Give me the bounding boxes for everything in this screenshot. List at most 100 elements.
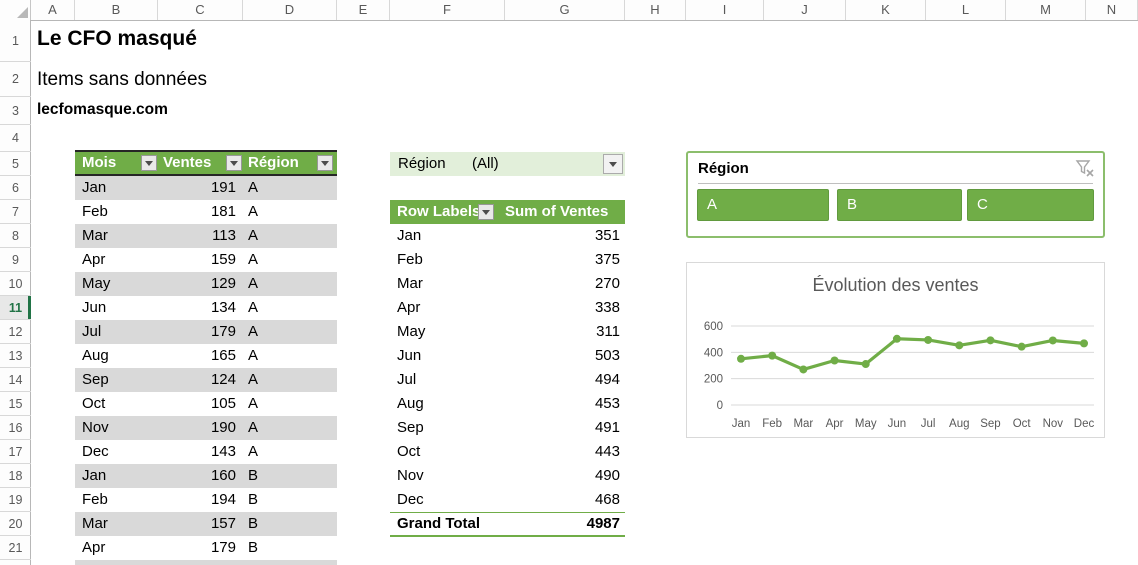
cell-region[interactable]: A [245, 200, 337, 224]
clear-filter-icon[interactable] [1075, 159, 1095, 179]
cell-region[interactable]: A [245, 248, 337, 272]
cell-ventes[interactable]: 179 [160, 536, 245, 560]
pivot-filter-dropdown[interactable] [603, 154, 623, 174]
row-header-16[interactable]: 16 [0, 416, 31, 440]
column-header-G[interactable]: G [505, 0, 625, 20]
slicer-item-c[interactable]: C [967, 189, 1094, 221]
sheet-website[interactable]: lecfomasque.com [37, 101, 168, 119]
pivot-row-label[interactable]: Jun [390, 344, 502, 368]
row-header-5[interactable]: 5 [0, 152, 31, 176]
column-header-E[interactable]: E [337, 0, 390, 20]
cell-mois[interactable]: Apr [75, 248, 160, 272]
cell-mois[interactable]: Jul [75, 320, 160, 344]
cell-mois[interactable]: Feb [75, 488, 160, 512]
pivot-row-label[interactable]: May [390, 320, 502, 344]
row-header-21[interactable]: 21 [0, 536, 31, 560]
cell-mois[interactable]: Apr [75, 536, 160, 560]
row-header-8[interactable]: 8 [0, 224, 31, 248]
pivot-row-label[interactable]: Dec [390, 488, 502, 512]
pivot-row-labels-header[interactable]: Row Labels [397, 200, 480, 224]
pivot-row-label[interactable]: Nov [390, 464, 502, 488]
cell-region[interactable]: B [245, 536, 337, 560]
pivot-values-header[interactable]: Sum of Ventes [505, 200, 608, 224]
cell-ventes[interactable]: 143 [160, 440, 245, 464]
cell-mois[interactable]: Jan [75, 176, 160, 200]
cell-region[interactable]: B [245, 464, 337, 488]
row-header-6[interactable]: 6 [0, 176, 31, 200]
cell-region[interactable]: A [245, 176, 337, 200]
pivot-row-value[interactable]: 375 [502, 248, 625, 272]
cell-mois[interactable]: Mar [75, 512, 160, 536]
cell-ventes[interactable]: 165 [160, 344, 245, 368]
pivot-row-label[interactable]: Jan [390, 224, 502, 248]
region-filter-dropdown[interactable] [317, 155, 333, 171]
cell-ventes[interactable]: 134 [160, 296, 245, 320]
cell-ventes[interactable]: 105 [160, 392, 245, 416]
column-header-N[interactable]: N [1086, 0, 1138, 20]
pivot-row-value[interactable]: 503 [502, 344, 625, 368]
pivot-row-label[interactable]: Aug [390, 392, 502, 416]
cell-mois[interactable]: Nov [75, 416, 160, 440]
cell-mois[interactable]: Oct [75, 392, 160, 416]
row-header-1[interactable]: 1 [0, 20, 31, 62]
pivot-row-value[interactable]: 351 [502, 224, 625, 248]
row-header-9[interactable]: 9 [0, 248, 31, 272]
pivot-row-label[interactable]: Sep [390, 416, 502, 440]
row-header-17[interactable]: 17 [0, 440, 31, 464]
sheet-title[interactable]: Le CFO masqué [37, 27, 197, 51]
cell-mois[interactable]: Aug [75, 344, 160, 368]
cell-ventes[interactable]: 194 [160, 488, 245, 512]
row-header-3[interactable]: 3 [0, 97, 31, 125]
cell-ventes[interactable]: 129 [160, 272, 245, 296]
row-header-2[interactable]: 2 [0, 62, 31, 97]
column-header-I[interactable]: I [686, 0, 764, 20]
row-labels-dropdown[interactable] [478, 204, 494, 220]
pivot-filter-value[interactable]: (All) [472, 152, 499, 176]
slicer-item-b[interactable]: B [837, 189, 962, 221]
pivot-row-label[interactable]: Jul [390, 368, 502, 392]
row-header-13[interactable]: 13 [0, 344, 31, 368]
cell-mois[interactable]: Jun [75, 296, 160, 320]
pivot-row-label[interactable]: Oct [390, 440, 502, 464]
cell-ventes[interactable]: 190 [160, 416, 245, 440]
cell-ventes[interactable]: 113 [160, 224, 245, 248]
cell-ventes[interactable]: 179 [160, 320, 245, 344]
pivot-row-value[interactable]: 311 [502, 320, 625, 344]
pivot-row-label[interactable]: Feb [390, 248, 502, 272]
pivot-row-value[interactable]: 490 [502, 464, 625, 488]
row-header-15[interactable]: 15 [0, 392, 31, 416]
column-header-F[interactable]: F [390, 0, 505, 20]
grand-total-label[interactable]: Grand Total [390, 513, 502, 535]
row-header-14[interactable]: 14 [0, 368, 31, 392]
data-table-partial-row[interactable] [75, 560, 337, 565]
cell-region[interactable]: A [245, 344, 337, 368]
pivot-row-value[interactable]: 443 [502, 440, 625, 464]
select-all-corner[interactable] [0, 0, 31, 20]
pivot-row-value[interactable]: 453 [502, 392, 625, 416]
cell-region[interactable]: A [245, 224, 337, 248]
cell-mois[interactable]: Sep [75, 368, 160, 392]
column-header-L[interactable]: L [926, 0, 1006, 20]
row-header-4[interactable]: 4 [0, 125, 31, 152]
cell-region[interactable]: A [245, 272, 337, 296]
pivot-filter-field[interactable]: Région [398, 152, 446, 176]
cell-ventes[interactable]: 191 [160, 176, 245, 200]
row-header-11[interactable]: 11 [0, 296, 31, 320]
row-header-20[interactable]: 20 [0, 512, 31, 536]
cell-ventes[interactable]: 160 [160, 464, 245, 488]
pivot-row-label[interactable]: Apr [390, 296, 502, 320]
row-header-7[interactable]: 7 [0, 200, 31, 224]
slicer-item-a[interactable]: A [697, 189, 829, 221]
pivot-row-value[interactable]: 338 [502, 296, 625, 320]
cell-ventes[interactable]: 159 [160, 248, 245, 272]
cell-mois[interactable]: Dec [75, 440, 160, 464]
column-header-C[interactable]: C [158, 0, 243, 20]
cell-region[interactable]: A [245, 392, 337, 416]
column-header-D[interactable]: D [243, 0, 337, 20]
cell-region[interactable]: A [245, 320, 337, 344]
sheet-subtitle[interactable]: Items sans données [37, 69, 207, 91]
cell-region[interactable]: A [245, 416, 337, 440]
row-header-19[interactable]: 19 [0, 488, 31, 512]
cell-ventes[interactable]: 157 [160, 512, 245, 536]
column-header-J[interactable]: J [764, 0, 846, 20]
